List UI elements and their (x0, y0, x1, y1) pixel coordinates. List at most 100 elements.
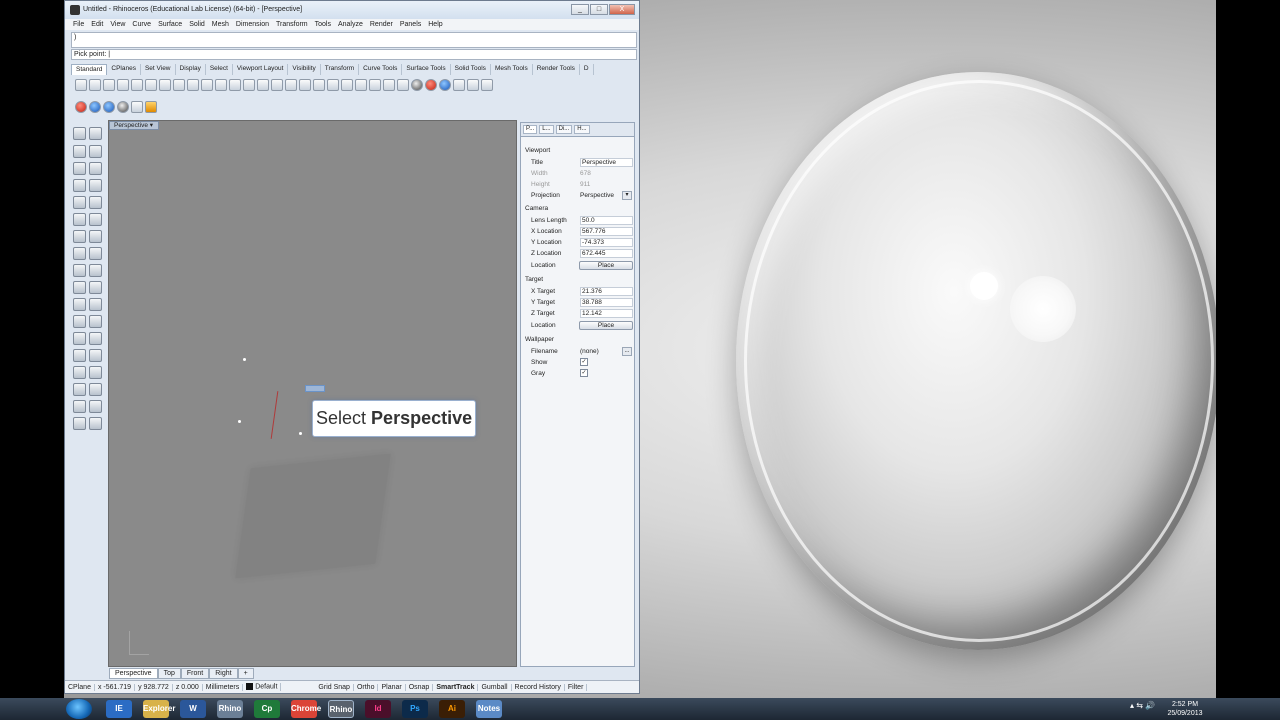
dimension-icon[interactable] (89, 383, 102, 396)
offset-icon[interactable] (89, 281, 102, 294)
menu-curve[interactable]: Curve (132, 21, 151, 28)
split-icon[interactable] (89, 332, 102, 345)
new-file-icon[interactable] (75, 78, 87, 91)
object-properties-icon[interactable] (397, 78, 409, 91)
menu-solid[interactable]: Solid (189, 21, 205, 28)
target-place-button[interactable]: Place (579, 321, 633, 330)
hide-icon[interactable] (313, 78, 325, 91)
status-smarttrack[interactable]: SmartTrack (433, 683, 479, 691)
taskbar-rhino-a[interactable]: Rhino (217, 700, 243, 718)
surface-icon[interactable] (73, 213, 86, 226)
cut-icon[interactable] (145, 78, 157, 91)
options-icon[interactable] (453, 78, 465, 91)
clock[interactable]: 2:52 PM 25/09/2013 (1162, 700, 1208, 718)
x-target-field[interactable]: 21.376 (580, 287, 633, 296)
status-planar[interactable]: Planar (378, 683, 406, 691)
tab-transform[interactable]: Transform (321, 64, 360, 75)
select-icon[interactable] (299, 78, 311, 91)
freeform-icon[interactable] (89, 196, 102, 209)
tab-render-tools[interactable]: Render Tools (533, 64, 580, 75)
undo-icon[interactable] (173, 78, 185, 91)
menu-file[interactable]: File (73, 21, 84, 28)
status-ortho[interactable]: Ortho (354, 683, 379, 691)
polygon-icon[interactable] (73, 196, 86, 209)
system-tray[interactable]: ▴ ⇆ 🔊 (1130, 701, 1155, 710)
zoom-window-icon[interactable] (229, 78, 241, 91)
menu-transform[interactable]: Transform (276, 21, 308, 28)
rebuild-icon[interactable] (73, 315, 86, 328)
open-file-icon[interactable] (89, 78, 101, 91)
tab-viewport-layout[interactable]: Viewport Layout (233, 64, 289, 75)
plane-surface[interactable] (235, 453, 391, 579)
show-checkbox[interactable]: ✓ (580, 358, 588, 366)
browse-button[interactable]: ... (622, 347, 632, 356)
taskbar-notes[interactable]: Notes (476, 700, 502, 718)
taskbar-word[interactable]: W (180, 700, 206, 718)
menu-analyze[interactable]: Analyze (338, 21, 363, 28)
blue-sphere-icon[interactable] (89, 100, 101, 113)
save-icon[interactable] (103, 78, 115, 91)
menu-dimension[interactable]: Dimension (236, 21, 269, 28)
vp-tab-front[interactable]: Front (180, 668, 210, 679)
taskbar-indesign[interactable]: Id (365, 700, 391, 718)
cone-light-icon[interactable] (145, 100, 157, 113)
draft-icon[interactable] (73, 417, 86, 430)
shade-icon[interactable] (89, 417, 102, 430)
perspective-viewport[interactable]: Select Perspective (108, 120, 517, 667)
red-sphere-icon[interactable] (75, 100, 87, 113)
block-icon[interactable] (73, 383, 86, 396)
tab-visibility[interactable]: Visibility (288, 64, 321, 75)
minimize-button[interactable]: _ (571, 4, 589, 15)
polyline-icon[interactable] (73, 145, 86, 158)
status-layer[interactable]: Default (243, 683, 282, 691)
panel-tab-properties[interactable]: P... (523, 125, 538, 134)
status-osnap[interactable]: Osnap (406, 683, 434, 691)
panel-tab-display[interactable]: Di... (555, 125, 573, 134)
lightning-icon[interactable] (89, 264, 102, 277)
taskbar-rhino-b[interactable]: Rhino (328, 700, 354, 718)
curve-icon[interactable] (89, 145, 102, 158)
command-history[interactable]: ) (71, 32, 637, 48)
box-icon[interactable] (73, 230, 86, 243)
control-point[interactable] (238, 420, 241, 423)
viewport-title-tab[interactable]: Perspective ▾ (109, 121, 159, 130)
vp-tab-perspective[interactable]: Perspective (109, 668, 158, 679)
ellipse-icon[interactable] (89, 162, 102, 175)
tab-curve-tools[interactable]: Curve Tools (359, 64, 403, 75)
camera-place-button[interactable]: Place (579, 261, 633, 270)
texture-icon[interactable] (131, 100, 143, 113)
shaded-icon[interactable] (117, 100, 129, 113)
taskbar-explorer[interactable]: Explorer (143, 700, 175, 718)
environment-icon[interactable] (103, 100, 115, 113)
extrude-icon[interactable] (89, 213, 102, 226)
tab-set-view[interactable]: Set View (141, 64, 176, 75)
zoom-extents-icon[interactable] (243, 78, 255, 91)
menu-tools[interactable]: Tools (315, 21, 331, 28)
panel-tab-help[interactable]: H... (574, 125, 590, 134)
lens-length-field[interactable]: 50.0 (580, 216, 633, 225)
control-point[interactable] (299, 432, 302, 435)
trim-icon[interactable] (73, 332, 86, 345)
menu-mesh[interactable]: Mesh (212, 21, 229, 28)
z-location-field[interactable]: 672.445 (580, 249, 633, 258)
close-button[interactable]: X (609, 4, 635, 15)
circle-icon[interactable] (73, 162, 86, 175)
snap-icon[interactable] (467, 78, 479, 91)
tab-standard[interactable]: Standard (71, 64, 108, 75)
status-grid-snap[interactable]: Grid Snap (315, 683, 354, 691)
y-location-field[interactable]: -74.373 (580, 238, 633, 247)
gray-checkbox[interactable]: ✓ (580, 369, 588, 377)
grid-icon[interactable] (355, 78, 367, 91)
material-icon[interactable] (425, 78, 437, 91)
menu-edit[interactable]: Edit (91, 21, 103, 28)
explode-icon[interactable] (89, 349, 102, 362)
tab-select[interactable]: Select (206, 64, 233, 75)
status-units[interactable]: Millimeters (203, 683, 244, 691)
zoom-icon[interactable] (215, 78, 227, 91)
boolean-icon[interactable] (73, 264, 86, 277)
taskbar-illustrator[interactable]: Ai (439, 700, 465, 718)
solid-edit-icon[interactable] (73, 298, 86, 311)
render-icon[interactable] (439, 78, 451, 91)
taskbar-chrome[interactable]: Chrome (291, 700, 321, 718)
tab-drafting[interactable]: D (580, 64, 594, 75)
